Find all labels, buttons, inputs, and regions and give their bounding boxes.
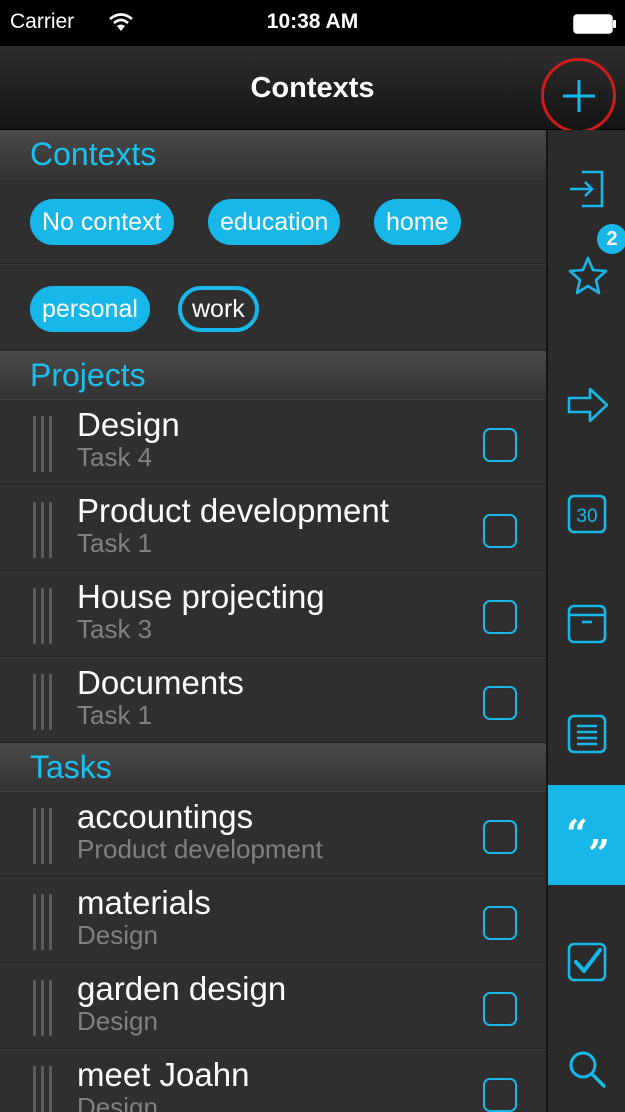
- project-checkbox[interactable]: [483, 514, 517, 548]
- battery-icon: [573, 14, 616, 34]
- section-header-tasks: Tasks: [0, 743, 546, 791]
- drag-handle-icon[interactable]: [33, 808, 57, 864]
- search-icon: [569, 1051, 606, 1088]
- sidebar-item-inbox[interactable]: [548, 146, 625, 232]
- page-title: Contexts: [250, 72, 375, 104]
- project-title: Design: [77, 406, 180, 443]
- context-chip-no-context[interactable]: No context: [30, 199, 174, 245]
- context-chip-education[interactable]: education: [208, 199, 341, 245]
- drag-handle-icon[interactable]: [33, 588, 57, 644]
- drag-handle-icon[interactable]: [33, 980, 57, 1036]
- task-subtitle: Design: [77, 1092, 158, 1112]
- task-row[interactable]: materials Design: [0, 877, 546, 963]
- context-chip-personal[interactable]: personal: [30, 286, 150, 332]
- checkbox-icon: [567, 942, 607, 982]
- navigation-bar: Contexts: [0, 46, 625, 133]
- status-time: 10:38 AM: [266, 10, 359, 33]
- sidebar-item-starred[interactable]: 2: [548, 224, 625, 318]
- drag-handle-icon[interactable]: [33, 416, 57, 472]
- sidebar-item-next[interactable]: [548, 362, 625, 448]
- starred-count-badge: 2: [597, 224, 625, 254]
- star-icon: [568, 256, 608, 295]
- next-arrow-icon: [567, 387, 609, 423]
- context-chip-work[interactable]: work: [178, 286, 259, 332]
- drag-handle-icon[interactable]: [33, 894, 57, 950]
- task-row[interactable]: accountings Product development: [0, 791, 546, 877]
- project-row[interactable]: Product development Task 1: [0, 485, 546, 571]
- task-title: accountings: [77, 798, 254, 835]
- task-checkbox[interactable]: [483, 906, 517, 940]
- project-row[interactable]: Design Task 4: [0, 399, 546, 485]
- task-title: garden design: [77, 970, 287, 1007]
- calendar-day-label: 30: [576, 506, 597, 527]
- sidebar-item-archive[interactable]: [548, 580, 625, 666]
- project-subtitle: Task 3: [77, 614, 153, 644]
- drag-handle-icon[interactable]: [33, 1066, 57, 1112]
- sidebar-item-calendar[interactable]: 30: [548, 470, 625, 556]
- task-subtitle: Design: [77, 920, 158, 950]
- section-header-contexts: Contexts: [0, 130, 546, 178]
- inbox-icon: [570, 170, 604, 208]
- task-checkbox[interactable]: [483, 820, 517, 854]
- project-checkbox[interactable]: [483, 428, 517, 462]
- sidebar: 2 30 “ ”: [546, 130, 625, 1112]
- drag-handle-icon[interactable]: [33, 674, 57, 730]
- task-row[interactable]: garden design Design: [0, 963, 546, 1049]
- status-bar: Carrier 10:38 AM: [0, 0, 625, 46]
- calendar-icon: 30: [567, 494, 607, 534]
- project-row[interactable]: House projecting Task 3: [0, 571, 546, 657]
- sidebar-item-list[interactable]: [548, 690, 625, 776]
- task-title: meet Joahn: [77, 1056, 250, 1093]
- task-row[interactable]: meet Joahn Design: [0, 1049, 546, 1112]
- quote-icon: “ ”: [566, 811, 610, 876]
- project-title: House projecting: [77, 578, 325, 615]
- archive-icon: [567, 604, 607, 644]
- project-checkbox[interactable]: [483, 600, 517, 634]
- task-checkbox[interactable]: [483, 992, 517, 1026]
- task-title: materials: [77, 884, 211, 921]
- section-header-projects: Projects: [0, 351, 546, 399]
- context-chip-row-1: No context education home: [0, 178, 546, 264]
- project-title: Documents: [77, 664, 244, 701]
- task-subtitle: Product development: [77, 834, 323, 864]
- project-subtitle: Task 1: [77, 700, 153, 730]
- context-chip-row-2: personal work: [0, 264, 546, 350]
- add-button[interactable]: [541, 58, 616, 133]
- sidebar-item-contexts[interactable]: “ ”: [548, 785, 625, 885]
- contexts-list[interactable]: Contexts No context education home perso…: [0, 130, 546, 1112]
- sidebar-item-completed[interactable]: [548, 918, 625, 1004]
- project-title: Product development: [77, 492, 389, 529]
- task-checkbox[interactable]: [483, 1078, 517, 1112]
- project-checkbox[interactable]: [483, 686, 517, 720]
- project-subtitle: Task 4: [77, 442, 153, 472]
- plus-icon: [563, 80, 595, 112]
- sidebar-item-search[interactable]: [548, 1026, 625, 1112]
- project-subtitle: Task 1: [77, 528, 153, 558]
- drag-handle-icon[interactable]: [33, 502, 57, 558]
- project-row[interactable]: Documents Task 1: [0, 657, 546, 743]
- context-chip-home[interactable]: home: [374, 199, 461, 245]
- task-subtitle: Design: [77, 1006, 158, 1036]
- list-icon: [567, 714, 607, 754]
